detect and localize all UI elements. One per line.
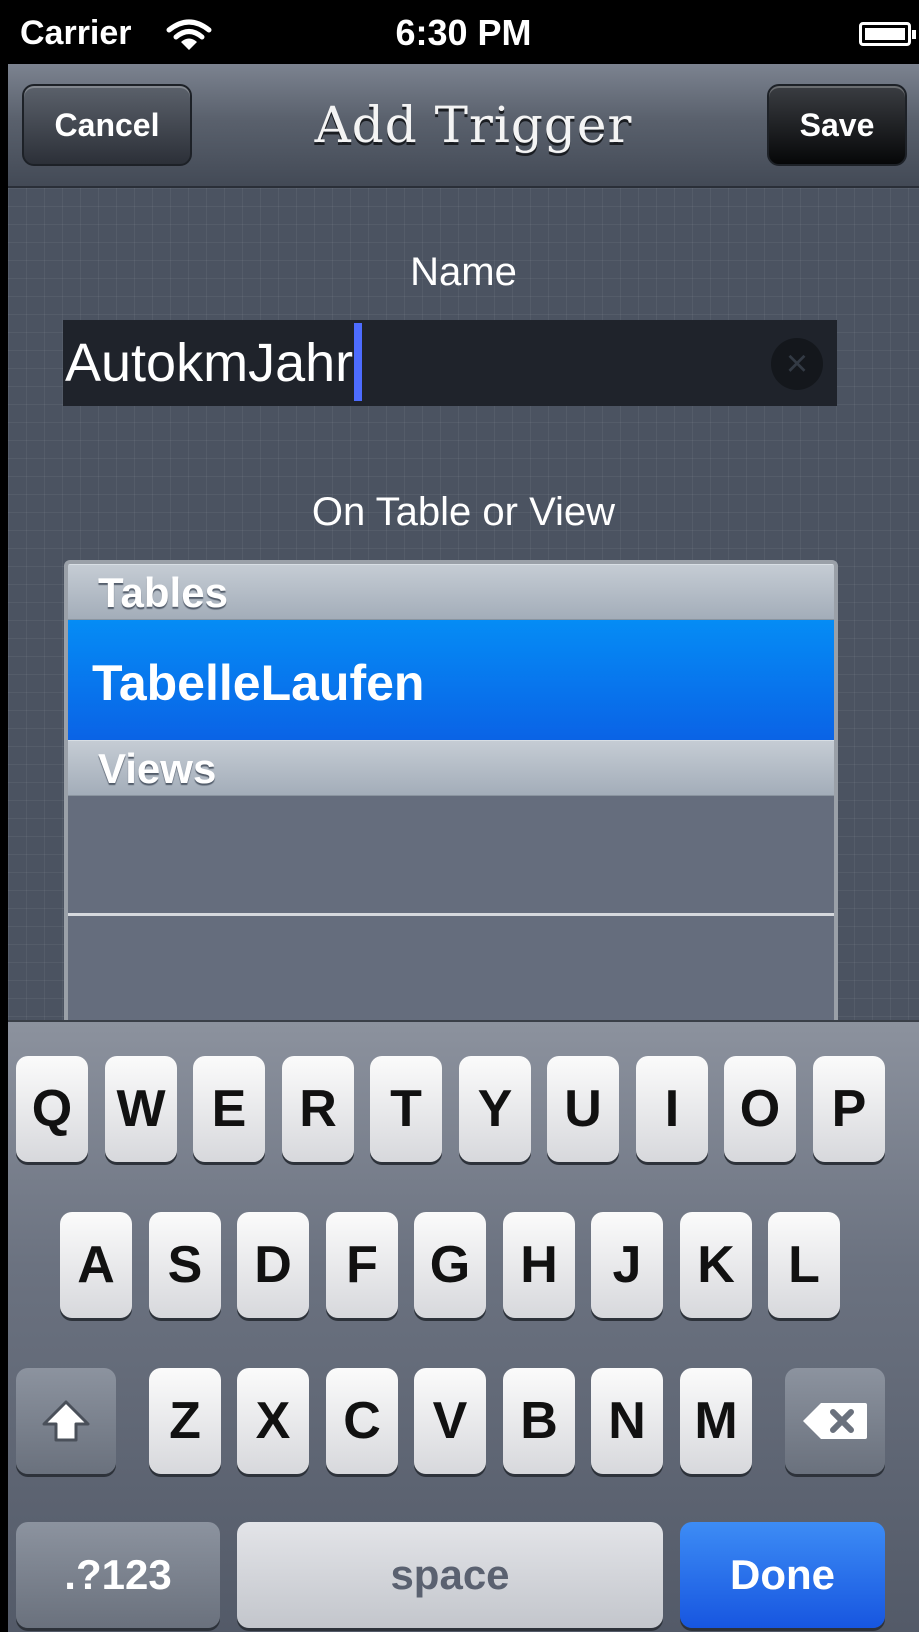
table-view-picker: Tables TabelleLaufen Views (64, 560, 838, 1030)
list-item-tabellelaufen[interactable]: TabelleLaufen (68, 620, 834, 740)
key-e[interactable]: E (193, 1056, 265, 1162)
key-m[interactable]: M (680, 1368, 752, 1474)
cancel-button[interactable]: Cancel (22, 84, 192, 166)
key-l[interactable]: L (768, 1212, 840, 1318)
list-item-label: TabelleLaufen (92, 655, 425, 711)
key-b[interactable]: B (503, 1368, 575, 1474)
shift-key[interactable] (16, 1368, 116, 1474)
name-input-value: AutokmJahr (65, 322, 363, 401)
page-title: Add Trigger (314, 96, 633, 154)
key-z[interactable]: Z (149, 1368, 221, 1474)
key-d[interactable]: D (237, 1212, 309, 1318)
key-p[interactable]: P (813, 1056, 885, 1162)
key-v[interactable]: V (414, 1368, 486, 1474)
key-q[interactable]: Q (16, 1056, 88, 1162)
space-key[interactable]: space (237, 1522, 663, 1628)
shift-icon (42, 1400, 90, 1442)
delete-key[interactable] (785, 1368, 885, 1474)
key-k[interactable]: K (680, 1212, 752, 1318)
backspace-icon (803, 1403, 867, 1439)
key-n[interactable]: N (591, 1368, 663, 1474)
save-button[interactable]: Save (767, 84, 907, 166)
key-i[interactable]: I (636, 1056, 708, 1162)
numbers-key[interactable]: .?123 (16, 1522, 220, 1628)
empty-list-row (68, 796, 834, 916)
key-x[interactable]: X (237, 1368, 309, 1474)
section-header-tables: Tables (68, 564, 834, 620)
key-c[interactable]: C (326, 1368, 398, 1474)
name-label: Name (410, 250, 517, 294)
clear-text-icon[interactable]: × (771, 338, 823, 390)
status-time: 6:30 PM (395, 12, 532, 53)
section-header-views: Views (68, 740, 834, 796)
key-o[interactable]: O (724, 1056, 796, 1162)
table-or-view-label: On Table or View (311, 490, 616, 534)
key-s[interactable]: S (149, 1212, 221, 1318)
name-input[interactable]: AutokmJahr × (63, 320, 837, 406)
battery-icon (859, 22, 916, 46)
key-w[interactable]: W (105, 1056, 177, 1162)
navigation-bar: Cancel Add Trigger Save (8, 64, 919, 188)
keyboard: Q W E R T Y U I O P A S D F G H J K L Z … (8, 1020, 919, 1632)
key-t[interactable]: T (370, 1056, 442, 1162)
key-g[interactable]: G (414, 1212, 486, 1318)
section-header-label: Views (98, 745, 217, 792)
text-cursor (354, 322, 363, 401)
status-bar: Carrier 6:30 PM (8, 0, 919, 64)
form-area: Name AutokmJahr × On Table or View Table… (8, 188, 919, 1030)
section-header-label: Tables (98, 569, 228, 616)
key-a[interactable]: A (60, 1212, 132, 1318)
key-y[interactable]: Y (459, 1056, 531, 1162)
key-j[interactable]: J (591, 1212, 663, 1318)
key-u[interactable]: U (547, 1056, 619, 1162)
app-screen: Carrier 6:30 PM Cancel Add Trigger Save … (8, 0, 919, 1632)
key-h[interactable]: H (503, 1212, 575, 1318)
done-key[interactable]: Done (680, 1522, 885, 1628)
key-f[interactable]: F (326, 1212, 398, 1318)
key-r[interactable]: R (282, 1056, 354, 1162)
